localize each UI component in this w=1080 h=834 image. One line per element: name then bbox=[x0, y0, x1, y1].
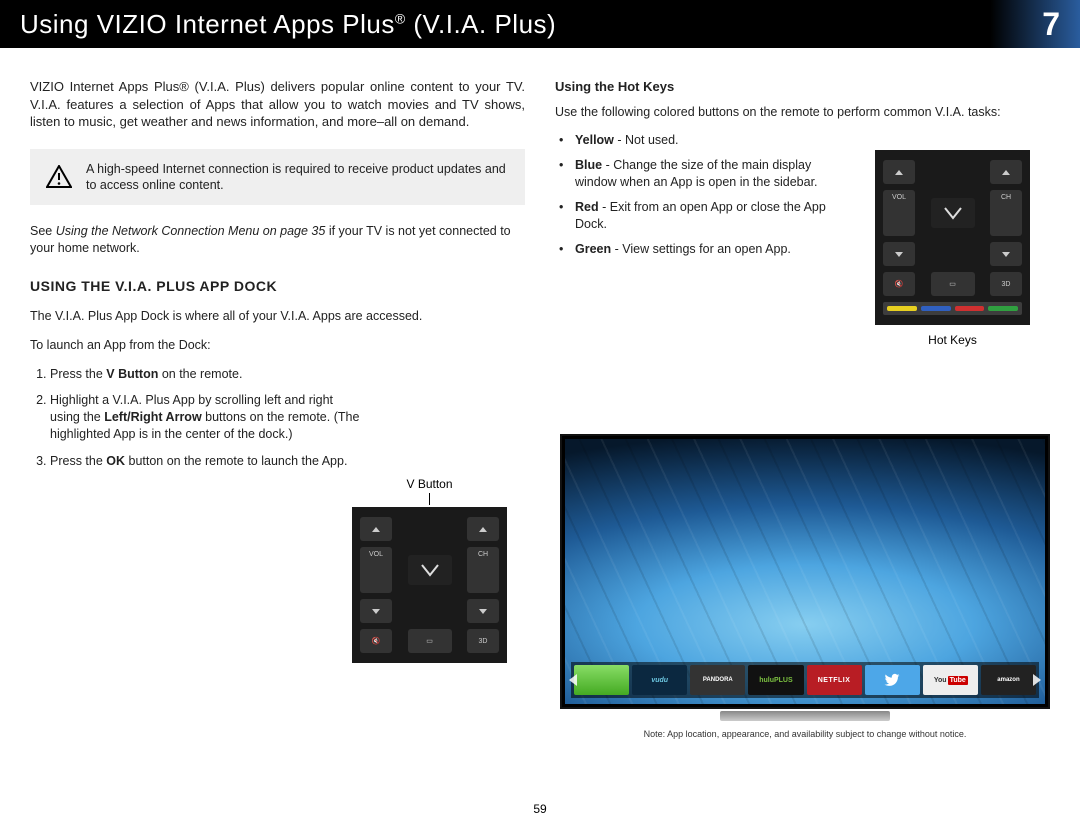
warning-text: A high-speed Internet connection is requ… bbox=[86, 161, 509, 194]
remote-up-icon bbox=[990, 160, 1022, 184]
remote-image: VOL CH 🔇 ▭ 3D bbox=[352, 507, 507, 663]
twitter-icon bbox=[884, 672, 900, 688]
hotkeys-heading: Using the Hot Keys bbox=[555, 78, 1050, 96]
app-hulu: huluPLUS bbox=[748, 665, 803, 695]
remote-ch-button: CH bbox=[990, 190, 1022, 236]
hotkey-red-icon bbox=[955, 306, 985, 311]
aspect-icon: ▭ bbox=[931, 272, 975, 296]
intro-paragraph: VIZIO Internet Apps Plus® (V.I.A. Plus) … bbox=[30, 78, 525, 131]
title-pre: Using VIZIO Internet Apps Plus bbox=[20, 9, 395, 39]
remote-down-icon bbox=[883, 242, 915, 266]
v-button-icon bbox=[408, 555, 452, 585]
remote-up-icon bbox=[467, 517, 499, 541]
app-dock: vudu PANDORA huluPLUS NETFLIX YouTube am… bbox=[571, 662, 1039, 698]
see-note: See Using the Network Connection Menu on… bbox=[30, 223, 525, 257]
left-column: VIZIO Internet Apps Plus® (V.I.A. Plus) … bbox=[30, 78, 525, 480]
hotkeys-intro: Use the following colored buttons on the… bbox=[555, 104, 1050, 121]
3d-button: 3D bbox=[467, 629, 499, 653]
app-amazon: amazon bbox=[981, 665, 1036, 695]
remote-vol-button: VOL bbox=[883, 190, 915, 236]
v-button-icon bbox=[931, 198, 975, 228]
remote-vol-button: VOL bbox=[360, 547, 392, 593]
tv-frame: vudu PANDORA huluPLUS NETFLIX YouTube am… bbox=[560, 434, 1050, 709]
warning-icon bbox=[46, 165, 72, 189]
hotkey-yellow-icon bbox=[887, 306, 917, 311]
vbutton-label: V Button bbox=[352, 477, 507, 491]
remote-down-icon bbox=[360, 599, 392, 623]
step-3: Press the OK button on the remote to lau… bbox=[50, 453, 525, 470]
chapter-number: 7 bbox=[1042, 6, 1060, 43]
tv-figure: vudu PANDORA huluPLUS NETFLIX YouTube am… bbox=[560, 434, 1050, 739]
hotkey-blue-icon bbox=[921, 306, 951, 311]
steps-list: Press the V Button on the remote. Highli… bbox=[30, 366, 525, 470]
page-title: Using VIZIO Internet Apps Plus® (V.I.A. … bbox=[20, 9, 556, 40]
app-youtube: YouTube bbox=[923, 665, 978, 695]
hotkeys-caption: Hot Keys bbox=[875, 333, 1030, 347]
page-number: 59 bbox=[533, 802, 546, 816]
app-vudu: vudu bbox=[632, 665, 687, 695]
app-twitter bbox=[865, 665, 920, 695]
remote-up-icon bbox=[360, 517, 392, 541]
remote-figure-vbutton: V Button VOL CH 🔇 ▭ 3D bbox=[352, 477, 507, 663]
remote-up-icon bbox=[883, 160, 915, 184]
remote-down-icon bbox=[990, 242, 1022, 266]
hotkey-green-icon bbox=[988, 306, 1018, 311]
launch-intro: To launch an App from the Dock: bbox=[30, 337, 525, 354]
tv-note: Note: App location, appearance, and avai… bbox=[560, 729, 1050, 739]
mute-icon: 🔇 bbox=[883, 272, 915, 296]
tv-stand bbox=[720, 711, 890, 721]
title-sup: ® bbox=[395, 10, 406, 26]
aspect-icon: ▭ bbox=[408, 629, 452, 653]
3d-button: 3D bbox=[990, 272, 1022, 296]
step-2: Highlight a V.I.A. Plus App by scrolling… bbox=[50, 392, 525, 443]
remote-ch-button: CH bbox=[467, 547, 499, 593]
tv-screen: vudu PANDORA huluPLUS NETFLIX YouTube am… bbox=[565, 439, 1045, 704]
mute-icon: 🔇 bbox=[360, 629, 392, 653]
remote-figure-hotkeys: VOL CH 🔇 ▭ 3D Hot Keys bbox=[875, 150, 1030, 347]
warning-box: A high-speed Internet connection is requ… bbox=[30, 149, 525, 206]
title-post: (V.I.A. Plus) bbox=[406, 9, 557, 39]
hotkey-strip bbox=[883, 302, 1022, 315]
step-1: Press the V Button on the remote. bbox=[50, 366, 525, 383]
section-heading: USING THE V.I.A. PLUS APP DOCK bbox=[30, 277, 525, 296]
remote-down-icon bbox=[467, 599, 499, 623]
hotkey-yellow: Yellow - Not used. bbox=[569, 132, 1050, 149]
dock-intro: The V.I.A. Plus App Dock is where all of… bbox=[30, 308, 525, 325]
app-favorites bbox=[574, 665, 629, 695]
app-netflix: NETFLIX bbox=[807, 665, 862, 695]
callout-line bbox=[429, 493, 430, 505]
app-pandora: PANDORA bbox=[690, 665, 745, 695]
page-header: Using VIZIO Internet Apps Plus® (V.I.A. … bbox=[0, 0, 1080, 48]
remote-image: VOL CH 🔇 ▭ 3D bbox=[875, 150, 1030, 325]
dock-right-arrow-icon bbox=[1033, 674, 1041, 686]
dock-left-arrow-icon bbox=[569, 674, 577, 686]
